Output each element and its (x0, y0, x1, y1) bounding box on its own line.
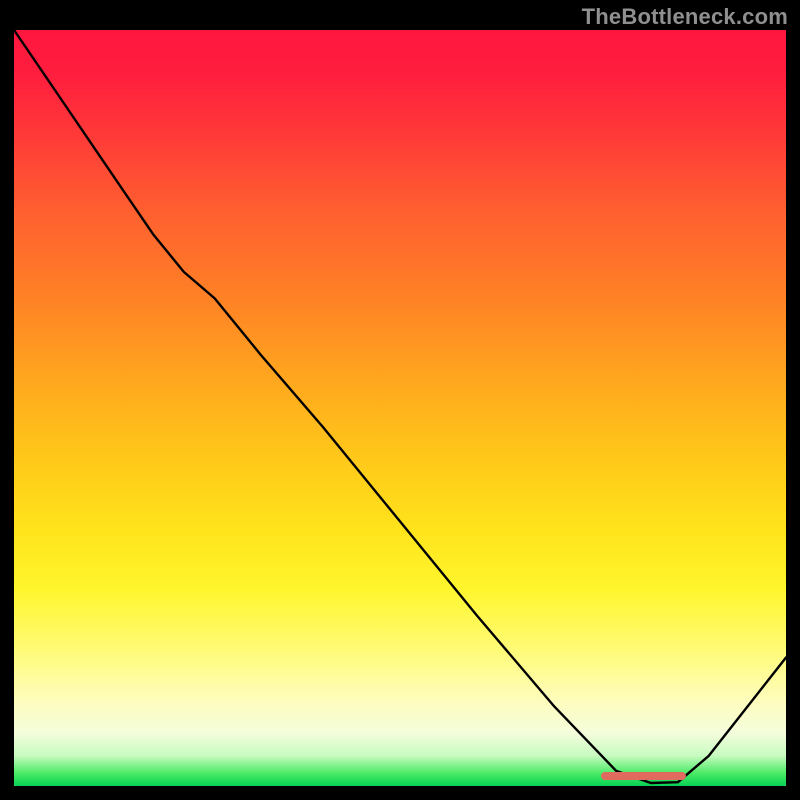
plot-area (14, 30, 786, 786)
bottleneck-curve-path (14, 30, 786, 783)
chart-container: TheBottleneck.com (0, 0, 800, 800)
watermark-text: TheBottleneck.com (582, 4, 788, 30)
curve-svg (14, 30, 786, 786)
optimal-range-marker (601, 772, 686, 780)
